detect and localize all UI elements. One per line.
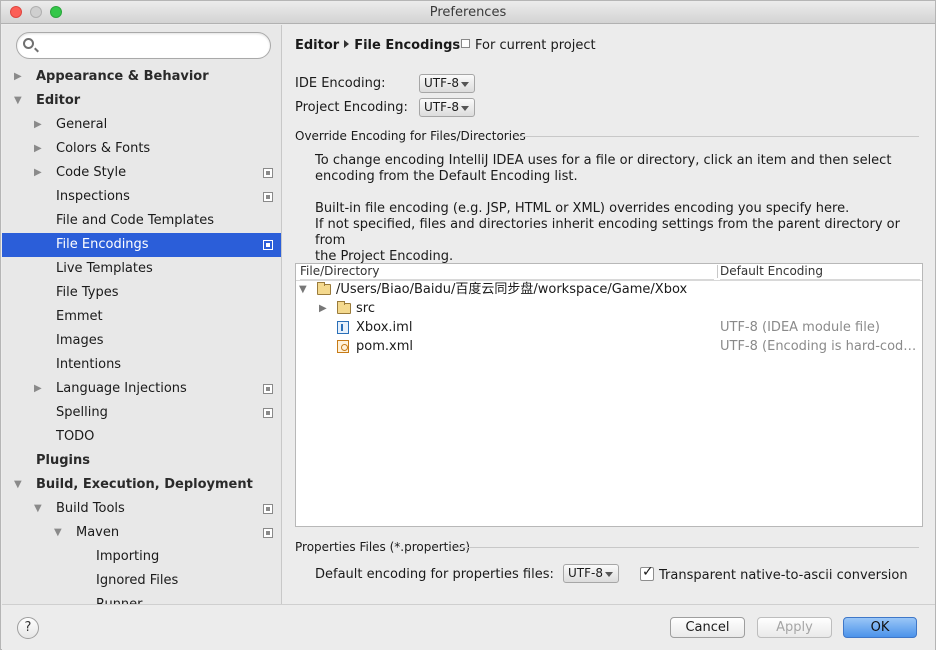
ide-encoding-dropdown[interactable]: UTF-8 [419, 74, 475, 93]
title-bar: Preferences [1, 1, 935, 24]
properties-encoding-dropdown[interactable]: UTF-8 [563, 564, 619, 583]
expand-arrow-icon[interactable]: ▶ [319, 299, 329, 318]
sidebar-item-code-style[interactable]: ▶ Code Style [2, 161, 281, 185]
breadcrumb-separator-icon [344, 40, 350, 48]
override-help-text: To change encoding IntelliJ IDEA uses fo… [315, 153, 892, 184]
section-divider [515, 136, 919, 137]
apply-button[interactable]: Apply [757, 617, 832, 638]
project-settings-icon [263, 192, 273, 202]
xml-file-icon [337, 340, 349, 353]
project-settings-icon [263, 168, 273, 178]
sidebar-item-maven[interactable]: ▼ Maven [2, 521, 281, 545]
ide-encoding-label: IDE Encoding: [295, 76, 386, 91]
file-encodings-table: File/Directory Default Encoding ▼ /Users… [295, 263, 923, 527]
sidebar-item-importing[interactable]: Importing [2, 545, 281, 569]
project-settings-icon [263, 408, 273, 418]
sidebar-item-file-code-templates[interactable]: File and Code Templates [2, 209, 281, 233]
section-divider [457, 547, 919, 548]
collapse-arrow-icon[interactable]: ▼ [14, 473, 24, 497]
ide-encoding-value: UTF-8 [424, 76, 459, 90]
column-divider[interactable] [717, 265, 718, 278]
sidebar-item-emmet[interactable]: Emmet [2, 305, 281, 329]
sidebar-item-appearance-behavior[interactable]: ▶ Appearance & Behavior [2, 65, 281, 89]
ok-button[interactable]: OK [843, 617, 917, 638]
sidebar-item-spelling[interactable]: Spelling [2, 401, 281, 425]
sidebar-item-ignored-files[interactable]: Ignored Files [2, 569, 281, 593]
sidebar-item-file-types[interactable]: File Types [2, 281, 281, 305]
properties-encoding-label: Default encoding for properties files: [315, 567, 554, 582]
checkmark-icon: ✓ [642, 564, 654, 580]
project-encoding-value: UTF-8 [424, 100, 459, 114]
cancel-button[interactable]: Cancel [670, 617, 745, 638]
project-settings-icon [263, 528, 273, 538]
sidebar-item-inspections[interactable]: Inspections [2, 185, 281, 209]
sidebar-item-runner[interactable]: Runner [2, 593, 281, 604]
sidebar-item-plugins[interactable]: Plugins [2, 449, 281, 473]
row-encoding: UTF-8 (IDEA module file) [720, 320, 880, 335]
module-file-icon [337, 321, 349, 334]
column-header-default-encoding[interactable]: Default Encoding [720, 264, 920, 280]
override-section-title: Override Encoding for Files/Directories [295, 129, 526, 143]
sidebar-item-live-templates[interactable]: Live Templates [2, 257, 281, 281]
search-icon [23, 38, 34, 49]
collapse-arrow-icon[interactable]: ▼ [54, 521, 64, 545]
table-row[interactable]: ▼ /Users/Biao/Baidu/百度云同步盘/workspace/Gam… [296, 280, 922, 299]
properties-encoding-value: UTF-8 [568, 566, 603, 580]
collapse-arrow-icon[interactable]: ▼ [34, 497, 44, 521]
scope-indicator: For current project [461, 38, 596, 53]
project-settings-icon [263, 504, 273, 514]
sidebar-item-colors-fonts[interactable]: ▶ Colors & Fonts [2, 137, 281, 161]
collapse-arrow-icon[interactable]: ▼ [299, 280, 309, 299]
chevron-down-icon [461, 106, 469, 111]
expand-arrow-icon[interactable]: ▶ [34, 137, 44, 161]
column-header-file-directory[interactable]: File/Directory [300, 264, 714, 280]
scope-label: For current project [475, 38, 596, 53]
file-encodings-panel: Editor File Encodings For current project… [283, 25, 935, 604]
sidebar-item-file-encodings[interactable]: File Encodings [2, 233, 281, 257]
preferences-window: Preferences ▶ Appearance & Behavior ▼ Ed… [0, 0, 936, 650]
window-title: Preferences [429, 5, 507, 20]
expand-arrow-icon[interactable]: ▶ [34, 161, 44, 185]
sidebar-item-images[interactable]: Images [2, 329, 281, 353]
project-encoding-dropdown[interactable]: UTF-8 [419, 98, 475, 117]
builtin-encoding-help-text: Built-in file encoding (e.g. JSP, HTML o… [315, 201, 900, 264]
table-row[interactable]: ▶ src [296, 299, 922, 318]
search-input[interactable] [16, 32, 271, 59]
chevron-down-icon [461, 82, 469, 87]
row-encoding: UTF-8 (Encoding is hard-coded ... [720, 339, 920, 354]
expand-arrow-icon[interactable]: ▶ [34, 113, 44, 137]
sidebar-item-build-tools[interactable]: ▼ Build Tools [2, 497, 281, 521]
folder-icon [317, 282, 331, 295]
sidebar-item-language-injections[interactable]: ▶ Language Injections [2, 377, 281, 401]
project-settings-icon [263, 384, 273, 394]
breadcrumb-editor[interactable]: Editor [295, 38, 339, 53]
table-row[interactable]: pom.xml UTF-8 (Encoding is hard-coded ..… [296, 337, 922, 356]
table-row[interactable]: Xbox.iml UTF-8 (IDEA module file) [296, 318, 922, 337]
settings-sidebar: ▶ Appearance & Behavior ▼ Editor ▶ Gener… [2, 25, 282, 604]
help-button[interactable]: ? [17, 617, 39, 639]
sidebar-item-build-execution-deployment[interactable]: ▼ Build, Execution, Deployment [2, 473, 281, 497]
folder-icon [337, 301, 351, 314]
properties-section-title: Properties Files (*.properties) [295, 540, 471, 554]
sidebar-item-intentions[interactable]: Intentions [2, 353, 281, 377]
project-settings-icon [461, 39, 470, 48]
project-settings-icon [263, 240, 273, 250]
collapse-arrow-icon[interactable]: ▼ [14, 89, 24, 113]
native-to-ascii-checkbox[interactable]: ✓ [640, 564, 654, 581]
breadcrumb: Editor File Encodings [295, 38, 460, 53]
chevron-down-icon [605, 572, 613, 577]
dialog-footer: ? Cancel Apply OK [2, 604, 935, 650]
native-to-ascii-label[interactable]: Transparent native-to-ascii conversion [659, 568, 908, 583]
breadcrumb-file-encodings: File Encodings [354, 38, 461, 53]
sidebar-item-general[interactable]: ▶ General [2, 113, 281, 137]
project-encoding-label: Project Encoding: [295, 100, 408, 115]
expand-arrow-icon[interactable]: ▶ [34, 377, 44, 401]
sidebar-item-editor[interactable]: ▼ Editor [2, 89, 281, 113]
sidebar-item-todo[interactable]: TODO [2, 425, 281, 449]
expand-arrow-icon[interactable]: ▶ [14, 65, 24, 89]
